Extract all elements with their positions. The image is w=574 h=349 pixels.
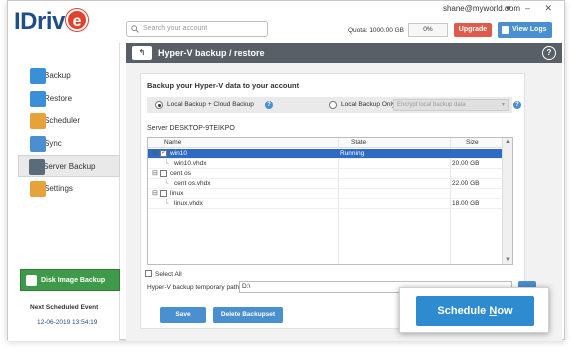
backup-options: Local Backup + Cloud Backup ? Local Back… — [147, 97, 521, 113]
table-row[interactable]: └ cent os.vhdx 22.00 GB — [148, 179, 502, 189]
upgrade-button[interactable]: Upgrade — [454, 23, 492, 37]
info-icon[interactable]: ? — [513, 101, 521, 109]
save-button[interactable]: Save — [160, 307, 206, 323]
local-cloud-radio[interactable] — [155, 101, 163, 109]
local-only-label[interactable]: Local Backup Only — [341, 101, 395, 108]
next-scheduled-date: 12-06-2019 13:54:19 — [37, 319, 98, 326]
info-icon[interactable]: ? — [265, 101, 273, 109]
collapse-icon[interactable]: ⊟ — [152, 169, 158, 177]
search-placeholder: Search your account — [143, 25, 208, 32]
row-checkbox[interactable] — [160, 148, 167, 157]
select-all[interactable]: Select All — [145, 269, 182, 278]
sidebar-item-scheduler[interactable]: Scheduler — [20, 110, 120, 132]
section-title: Backup your Hyper-V data to your account — [147, 81, 300, 90]
scroll-down-icon[interactable]: ▼ — [505, 257, 511, 263]
select-all-checkbox[interactable] — [145, 270, 152, 277]
collapse-icon[interactable]: ⊟ — [152, 149, 158, 157]
disk-image-backup-button[interactable]: Disk Image Backup — [20, 269, 120, 291]
sidebar-item-server-backup[interactable]: Server Backup — [18, 155, 120, 177]
backup-icon — [30, 68, 46, 84]
server-name: Server DESKTOP-9TEIKPO — [147, 125, 235, 132]
chevron-down-icon: ▾ — [501, 102, 505, 108]
back-button[interactable]: ↰ — [132, 46, 152, 60]
disk-icon — [26, 275, 37, 286]
row-checkbox[interactable] — [160, 190, 167, 197]
top-bar: IDriv e Search your account shane@myworld… — [8, 1, 564, 43]
help-icon[interactable]: ? — [542, 46, 556, 60]
scheduler-icon — [30, 113, 46, 129]
scroll-up-icon[interactable]: ▲ — [505, 139, 511, 145]
path-label: Hyper-V backup temporary path — [147, 284, 240, 291]
delete-backupset-button[interactable]: Delete Backupset — [213, 307, 283, 323]
encrypt-select[interactable]: Encrypt local backup data ▾ — [393, 99, 509, 111]
table-row[interactable]: └ win10.vhdx 20.00 GB — [148, 159, 502, 169]
sidebar-item-restore[interactable]: Restore — [20, 88, 120, 110]
restore-icon — [30, 91, 46, 107]
table-row[interactable]: ⊟ win10 Running — [148, 148, 502, 159]
schedule-now-button[interactable]: Schedule Now — [416, 296, 534, 326]
col-state[interactable]: State — [351, 139, 366, 146]
vm-table: Name State Size ⊟ win10 Running └ win10.… — [147, 137, 513, 265]
sidebar: Backup Restore Scheduler Sync Server Bac… — [8, 43, 120, 341]
sync-icon — [30, 136, 46, 152]
table-scrollbar[interactable]: ▲ ▼ — [502, 138, 512, 264]
sidebar-item-settings[interactable]: Settings — [20, 178, 120, 200]
table-row[interactable]: └ linux.vhdx 18.00 GB — [148, 199, 502, 209]
sidebar-item-sync[interactable]: Sync — [20, 133, 120, 155]
gear-icon — [30, 181, 46, 197]
page-title: Hyper-V backup / restore — [158, 48, 265, 58]
view-logs-button[interactable]: View Logs — [498, 22, 552, 38]
schedule-now-callout: Schedule Now — [399, 287, 549, 333]
local-only-radio[interactable] — [329, 101, 337, 109]
table-row[interactable]: ⊟ linux — [148, 189, 502, 199]
window-controls[interactable]: ▾ – ✕ — [506, 3, 558, 14]
table-header: Name State Size — [148, 138, 512, 148]
quota-label: Quota: 1000.00 GB — [348, 27, 405, 34]
search-input[interactable]: Search your account — [126, 21, 268, 37]
server-icon — [29, 159, 45, 175]
sidebar-item-backup[interactable]: Backup — [20, 65, 120, 87]
row-checkbox[interactable] — [160, 170, 167, 177]
next-scheduled-label: Next Scheduled Event — [30, 304, 99, 311]
page-header: ↰ Hyper-V backup / restore ? — [126, 43, 562, 63]
search-icon — [131, 25, 139, 33]
collapse-icon[interactable]: ⊟ — [152, 189, 158, 197]
col-size[interactable]: Size — [466, 139, 479, 146]
idrive-logo: IDriv e — [14, 8, 88, 36]
quota-progress: 0% — [408, 23, 448, 37]
app-window: IDriv e Search your account shane@myworld… — [7, 0, 565, 341]
local-cloud-label[interactable]: Local Backup + Cloud Backup — [167, 101, 254, 108]
logs-icon — [502, 26, 509, 34]
col-name[interactable]: Name — [164, 139, 181, 146]
table-row[interactable]: ⊟ cent os — [148, 169, 502, 179]
